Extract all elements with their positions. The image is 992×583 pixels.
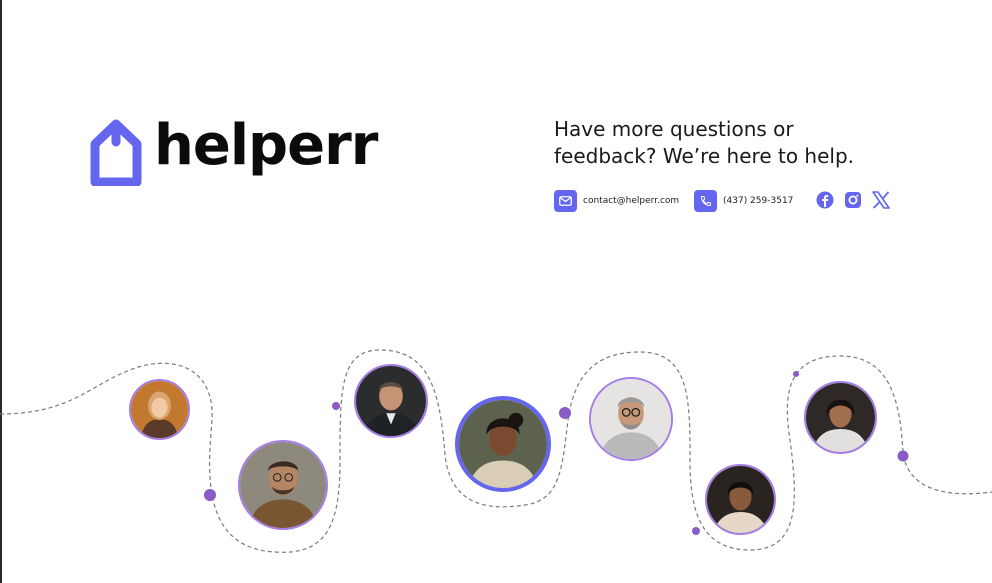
brand-name: helperr xyxy=(154,113,378,178)
avatar xyxy=(354,364,428,438)
phone-number[interactable]: (437) 259-3517 xyxy=(723,196,793,206)
brand-logo[interactable]: helperr xyxy=(90,112,378,188)
mail-icon xyxy=(554,190,577,212)
dashed-path xyxy=(0,349,992,553)
contact-headline: Have more questions or feedback? We’re h… xyxy=(554,117,855,168)
avatar xyxy=(589,377,673,461)
avatar xyxy=(705,464,776,535)
path-dot xyxy=(692,527,700,535)
x-icon[interactable] xyxy=(871,190,891,210)
avatar xyxy=(804,381,877,454)
path-dot xyxy=(559,407,571,419)
path-dot xyxy=(332,402,340,410)
house-logo-icon xyxy=(90,119,142,186)
path-dot xyxy=(793,371,799,377)
avatar xyxy=(455,396,551,492)
social-links xyxy=(815,190,899,210)
avatar xyxy=(129,379,190,440)
email-contact[interactable]: contact@helperr.com xyxy=(554,190,679,212)
path-dot xyxy=(897,450,909,462)
page-edge xyxy=(0,0,2,583)
instagram-icon[interactable] xyxy=(843,190,863,210)
phone-icon xyxy=(694,190,717,212)
phone-contact[interactable]: (437) 259-3517 xyxy=(694,190,793,212)
path-dot xyxy=(204,489,216,501)
facebook-icon[interactable] xyxy=(815,190,835,210)
email-address[interactable]: contact@helperr.com xyxy=(583,196,679,206)
avatar xyxy=(238,440,328,530)
